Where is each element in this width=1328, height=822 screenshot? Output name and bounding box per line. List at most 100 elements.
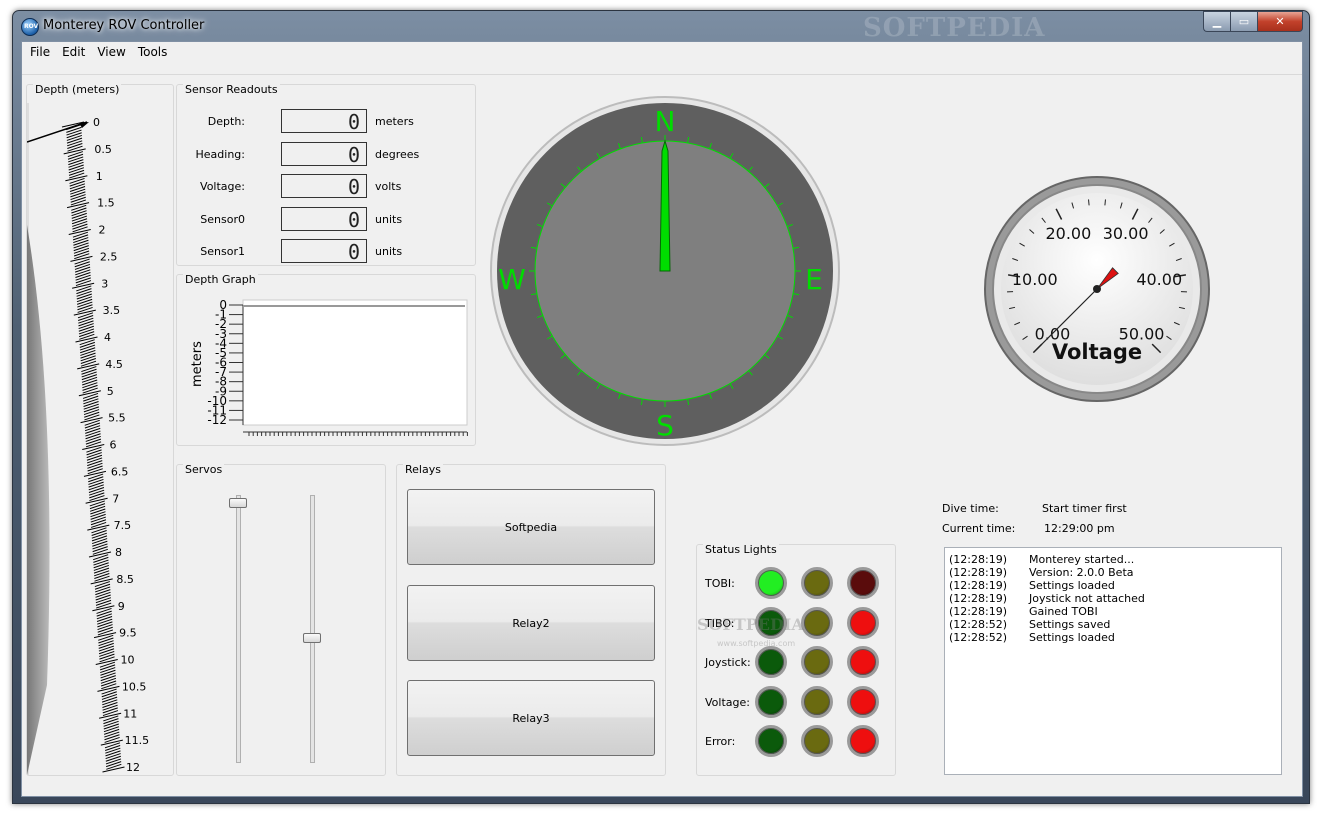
maximize-button[interactable]: ▭ xyxy=(1230,11,1257,32)
depth-graph: 0-1-2-3-4-5-6-7-8-9-10-11-12meters xyxy=(190,298,468,436)
depth-minor-tick xyxy=(80,355,96,362)
depth-minor-tick xyxy=(76,288,92,295)
depth-minor-tick xyxy=(92,546,108,553)
depth-minor-tick xyxy=(84,425,101,432)
status-light-yellow xyxy=(801,646,833,678)
depth-minor-tick xyxy=(76,298,93,305)
depth-minor-tick xyxy=(92,543,108,550)
title-bar[interactable]: ROV Monterey ROV Controller SOFTPEDIA ▁ … xyxy=(13,11,1309,43)
status-light-red xyxy=(847,646,879,678)
depth-minor-tick xyxy=(90,513,106,520)
depth-minor-tick xyxy=(89,505,106,512)
depth-minor-tick xyxy=(104,731,120,738)
status-light-green xyxy=(755,685,787,718)
relay-button-relay2[interactable]: Relay2 xyxy=(407,585,655,661)
depth-minor-tick xyxy=(85,435,101,442)
log-row: (12:28:19) Monterey started... xyxy=(949,553,1134,566)
status-light-red xyxy=(847,606,879,639)
depth-minor-tick xyxy=(85,430,101,437)
minimize-button[interactable]: ▁ xyxy=(1203,11,1230,32)
readout-label: Voltage: xyxy=(200,180,245,193)
depth-minor-tick xyxy=(90,519,107,526)
depth-minor-tick xyxy=(105,750,121,757)
depth-tick-label: 12 xyxy=(126,761,140,774)
depth-minor-tick xyxy=(72,234,89,241)
depth-minor-tick xyxy=(97,626,113,633)
depth-minor-tick xyxy=(104,745,121,751)
depth-minor-tick xyxy=(67,153,84,160)
depth-minor-tick xyxy=(99,650,115,657)
depth-minor-tick xyxy=(102,699,118,706)
depth-minor-tick xyxy=(95,599,112,606)
status-label: Voltage: xyxy=(705,695,750,709)
event-log[interactable]: (12:28:19) Monterey started... (12:28:19) V… xyxy=(944,547,1282,775)
depth-minor-tick xyxy=(81,374,98,381)
depth-tick-label: 9 xyxy=(118,600,125,613)
depth-minor-tick xyxy=(96,616,113,622)
close-button[interactable]: ✕ xyxy=(1257,11,1303,32)
servo2-track[interactable] xyxy=(310,495,315,763)
status-watermark-sub: www.softpedia.com xyxy=(717,639,796,648)
graph-plot-area xyxy=(242,299,468,426)
depth-minor-tick xyxy=(86,449,102,456)
app-icon[interactable]: ROV xyxy=(21,18,39,36)
readout-label: Heading: xyxy=(195,147,245,161)
status-label: Joystick: xyxy=(705,656,751,669)
menu-edit[interactable]: Edit xyxy=(58,42,93,64)
depth-minor-tick xyxy=(66,129,82,136)
servo1-thumb[interactable] xyxy=(229,498,247,508)
depth-minor-tick xyxy=(68,164,84,171)
depth-minor-tick xyxy=(73,237,89,244)
depth-tick-label: 0 xyxy=(93,116,100,129)
depth-gauge-shade xyxy=(27,225,50,775)
depth-minor-tick xyxy=(78,320,94,327)
depth-minor-tick xyxy=(90,511,106,518)
depth-minor-tick xyxy=(82,384,98,391)
depth-minor-tick xyxy=(77,315,94,321)
depth-minor-tick xyxy=(104,734,120,741)
depth-minor-tick xyxy=(73,242,89,249)
menu-file[interactable]: File xyxy=(26,42,58,64)
log-time: (12:28:19) xyxy=(949,605,1007,618)
depth-tick-label: 3 xyxy=(101,277,108,290)
depth-tick-label: 5.5 xyxy=(108,412,126,425)
depth-minor-tick xyxy=(81,368,97,375)
depth-minor-tick xyxy=(101,691,117,698)
depth-minor-tick xyxy=(70,196,86,203)
app-window: ROV Monterey ROV Controller SOFTPEDIA ▁ … xyxy=(12,10,1310,804)
depth-minor-tick xyxy=(86,452,102,459)
depth-minor-tick xyxy=(75,272,91,278)
depth-minor-tick xyxy=(100,667,116,674)
relay-button-relay3[interactable]: Relay3 xyxy=(407,680,655,756)
depth-minor-tick xyxy=(85,427,101,434)
depth-minor-tick xyxy=(76,290,92,297)
relay-button-softpedia[interactable]: Softpedia xyxy=(407,489,655,565)
log-row: (12:28:52) Settings loaded xyxy=(949,631,1115,644)
depth-tick-label: 11 xyxy=(123,707,137,720)
depth-minor-tick xyxy=(103,726,120,733)
depth-minor-tick xyxy=(99,653,115,660)
status-light-red xyxy=(847,567,879,599)
status-label: Error: xyxy=(705,735,736,748)
sensor-readouts-panel: Sensor Readouts Depth: 0 meters Heading: 0 de… xyxy=(176,83,476,266)
depth-tick-label: 1.5 xyxy=(97,197,115,210)
depth-minor-tick xyxy=(103,723,119,730)
depth-minor-tick xyxy=(101,693,118,700)
log-time: (12:28:52) xyxy=(949,631,1007,644)
depth-minor-tick xyxy=(101,696,118,703)
depth-minor-tick xyxy=(98,637,114,644)
servo2-thumb[interactable] xyxy=(303,633,321,643)
menu-tools[interactable]: Tools xyxy=(134,42,176,64)
depth-tick-label: 6.5 xyxy=(111,465,129,478)
depth-minor-tick xyxy=(80,347,96,354)
depth-minor-tick xyxy=(78,317,94,324)
depth-minor-tick xyxy=(94,570,110,577)
depth-minor-tick xyxy=(85,438,102,445)
depth-tick-label: 2.5 xyxy=(100,250,118,263)
readout-display: 0 xyxy=(281,239,367,264)
log-message: Settings loaded xyxy=(1029,631,1115,644)
readout-label: Depth: xyxy=(207,115,245,128)
menu-view[interactable]: View xyxy=(93,42,133,64)
servo1-track[interactable] xyxy=(236,495,241,763)
voltage-scale-label: 40.00 xyxy=(1136,270,1182,289)
